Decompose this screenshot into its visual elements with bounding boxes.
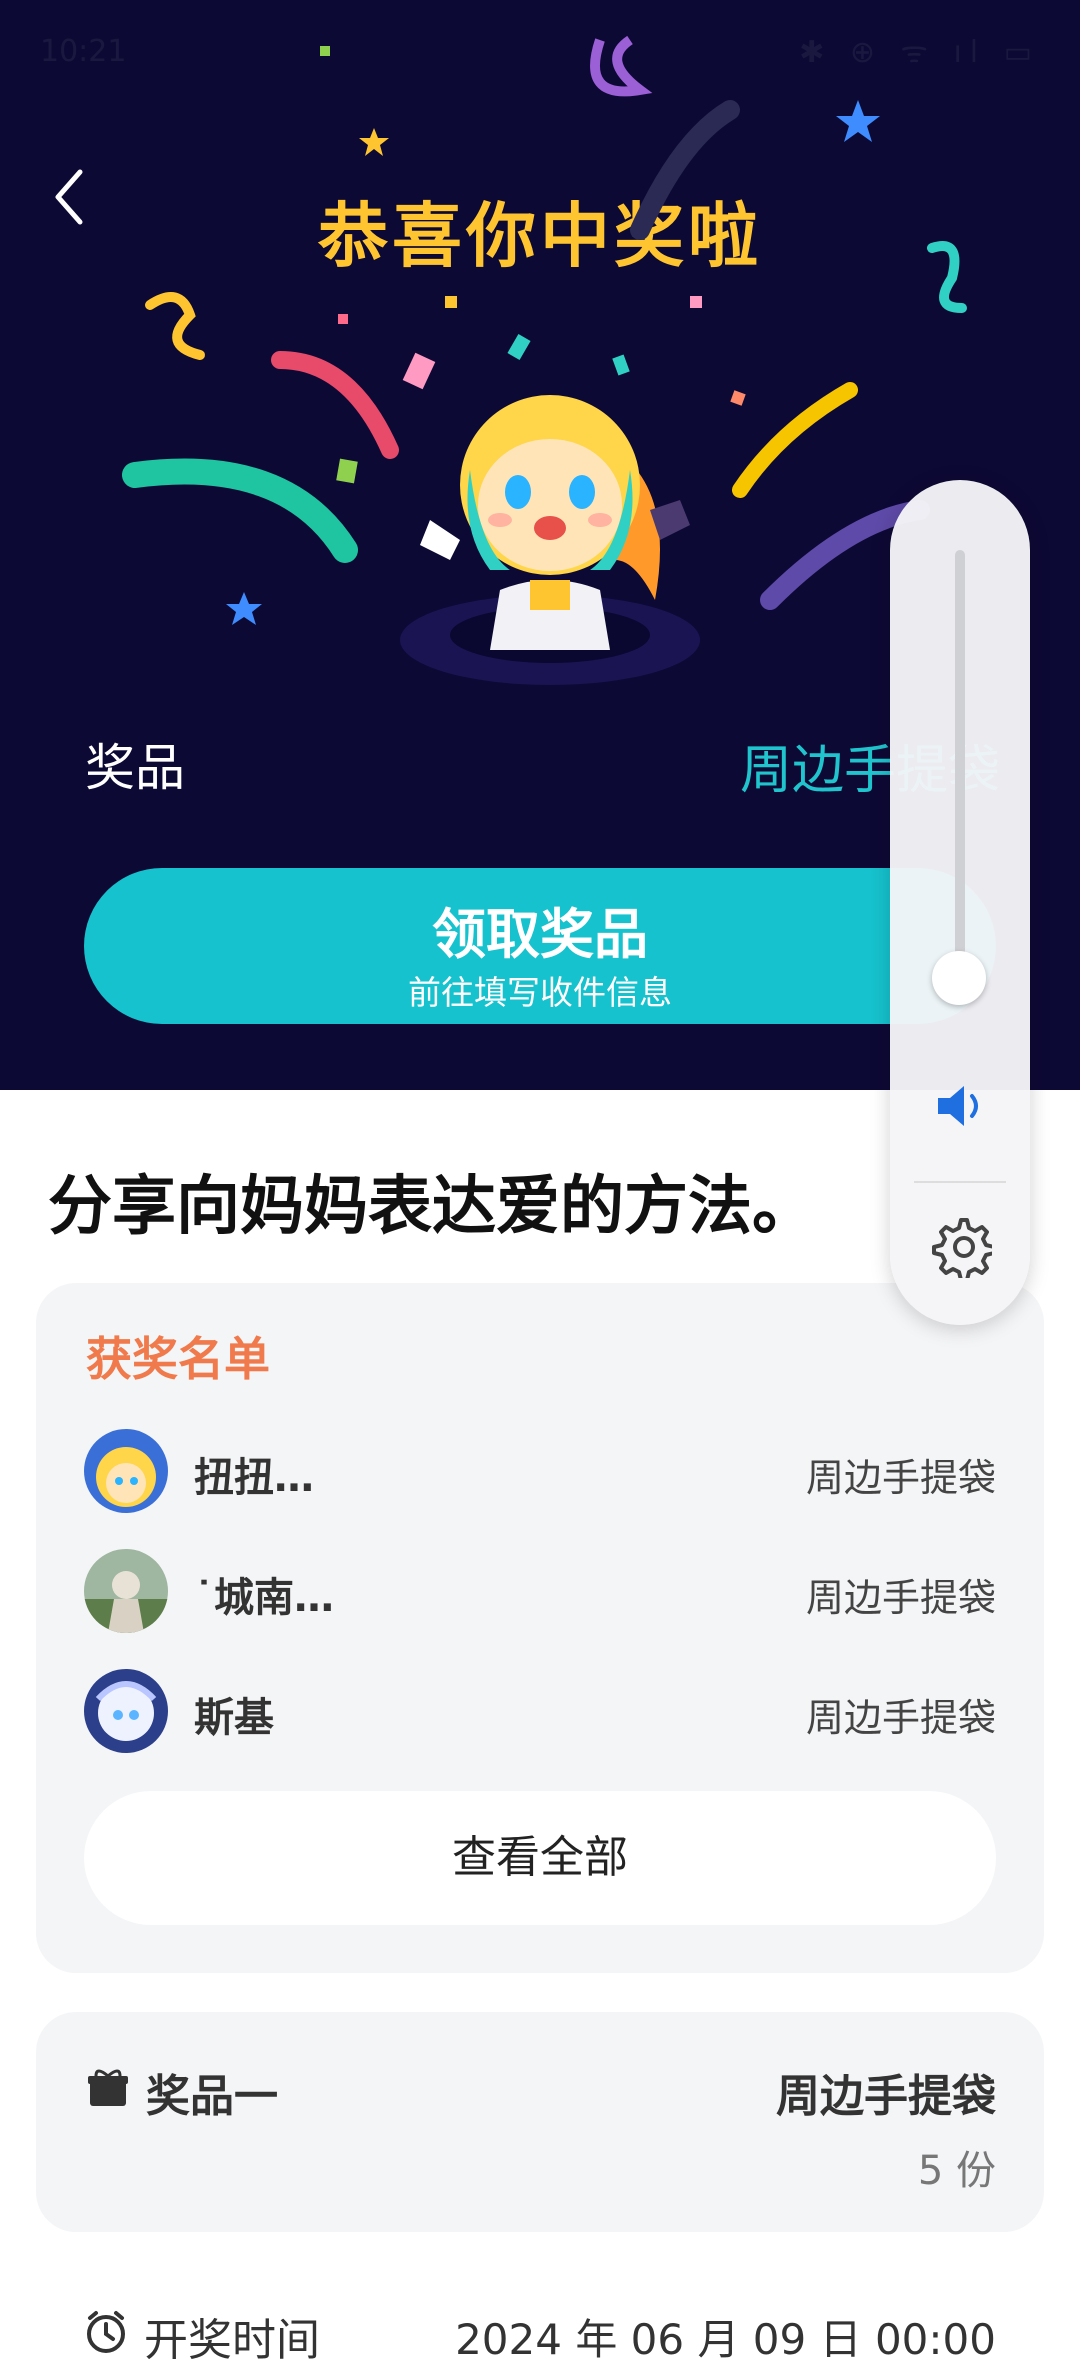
winner-prize: 周边手提袋 (805, 1456, 996, 1500)
claim-button-sublabel: 前往填写收件信息 (408, 973, 672, 1012)
speaker-icon[interactable] (934, 1080, 986, 1132)
mascot-illustration (400, 395, 700, 685)
prize-one-quantity: 5 份 (917, 2148, 996, 2194)
claim-button-label: 领取奖品 (432, 903, 648, 966)
gift-icon (88, 2069, 128, 2106)
winner-prize: 周边手提袋 (805, 1696, 996, 1740)
winner-name: ˙城南… (194, 1575, 334, 1621)
winners-title: 获奖名单 (86, 1332, 270, 1386)
claim-prize-button[interactable]: 领取奖品 前往填写收件信息 (84, 868, 996, 1024)
winner-row: 扭扭… 周边手提袋 (84, 1429, 996, 1515)
avatar (84, 1669, 168, 1753)
volume-panel (890, 480, 1030, 1325)
avatar (84, 1429, 168, 1513)
prize-label: 奖品 (85, 739, 185, 797)
volume-slider-thumb[interactable] (932, 950, 986, 1005)
panel-divider (914, 1181, 1006, 1183)
winner-name: 扭扭… (194, 1455, 314, 1501)
prize-one-card: 奖品一 周边手提袋 5 份 (36, 2012, 1044, 2232)
draw-time-value: 2024 年 06 月 09 日 00:00 (455, 2315, 996, 2364)
draw-time-row: 开奖时间 2024 年 06 月 09 日 00:00 (84, 2300, 996, 2366)
winner-row: 斯基 周边手提袋 (84, 1669, 996, 1755)
volume-slider[interactable] (955, 550, 965, 1000)
winner-prize: 周边手提袋 (805, 1576, 996, 1620)
winner-row: ˙城南… 周边手提袋 (84, 1549, 996, 1635)
prize-one-label: 奖品一 (146, 2071, 278, 2122)
prize-one-name: 周边手提袋 (776, 2071, 996, 2122)
winners-card: 获奖名单 扭扭… 周边手提袋 ˙城南… 周边手提袋 斯基 周边手提袋 查看全部 (36, 1283, 1044, 1973)
winner-name: 斯基 (194, 1695, 274, 1741)
draw-time-label: 开奖时间 (144, 2315, 320, 2366)
share-text: 分享向妈妈表达爱的方法。 (48, 1170, 816, 1244)
clock-icon (87, 2311, 125, 2353)
avatar (84, 1549, 168, 1633)
gear-icon[interactable] (930, 1216, 992, 1278)
view-all-button[interactable]: 查看全部 (84, 1791, 996, 1925)
